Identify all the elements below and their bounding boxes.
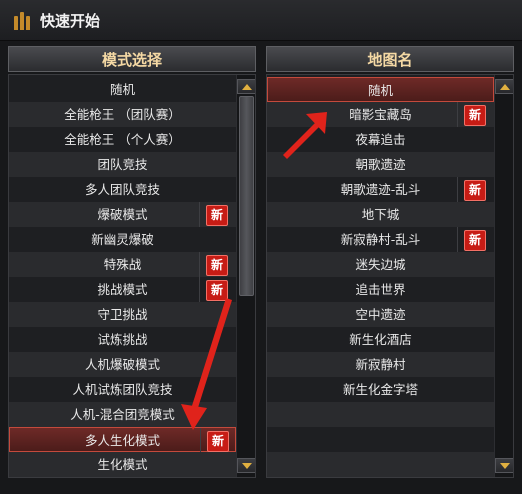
mode-item[interactable]: 挑战模式 新 bbox=[9, 277, 236, 302]
mode-item-label: 人机试炼团队竞技 bbox=[72, 382, 173, 397]
new-badge: 新 bbox=[206, 280, 228, 301]
mode-item[interactable]: 试炼挑战 bbox=[9, 327, 236, 352]
mode-item-label: 试炼挑战 bbox=[97, 332, 148, 347]
map-item-label: 暗影宝藏岛 bbox=[349, 107, 412, 122]
map-item[interactable] bbox=[267, 452, 494, 477]
map-item-label: 夜幕追击 bbox=[355, 132, 406, 147]
mode-item[interactable]: 人机试炼团队竞技 bbox=[9, 377, 236, 402]
map-item[interactable]: 新寂静村-乱斗 新 bbox=[267, 227, 494, 252]
map-item[interactable]: 追击世界 bbox=[267, 277, 494, 302]
menu-bars-icon bbox=[14, 10, 32, 30]
map-item[interactable]: 朝歌遗迹-乱斗 新 bbox=[267, 177, 494, 202]
mode-item[interactable]: 团队竞技 bbox=[9, 152, 236, 177]
mode-item-label: 生化模式 bbox=[97, 457, 148, 472]
row-separator bbox=[199, 277, 200, 302]
map-item-label: 地下城 bbox=[361, 207, 400, 222]
mode-item-label: 新幽灵爆破 bbox=[91, 232, 154, 247]
mode-list: 随机 全能枪王 （团队赛） 全能枪王 （个人赛） 团队竞技 多人团队竞技 爆破模式新新幽灵… bbox=[8, 74, 256, 478]
mode-item[interactable]: 人机爆破模式 bbox=[9, 352, 236, 377]
mode-item-label: 特殊战 bbox=[103, 257, 142, 272]
map-item[interactable]: 新生化金字塔 bbox=[267, 377, 494, 402]
arrow-up-icon bbox=[242, 84, 252, 90]
scroll-up-button[interactable] bbox=[495, 79, 513, 94]
mode-item-label: 挑战模式 bbox=[97, 282, 148, 297]
map-item-label: 新寂静村-乱斗 bbox=[340, 232, 421, 247]
map-item[interactable]: 地下城 bbox=[267, 202, 494, 227]
mode-item-label: 全能枪王 （团队赛） bbox=[64, 107, 181, 122]
mode-item-label: 爆破模式 bbox=[97, 207, 148, 222]
map-item[interactable]: 新生化酒店 bbox=[267, 327, 494, 352]
mode-item-label: 多人团队竞技 bbox=[84, 182, 160, 197]
row-separator bbox=[200, 428, 201, 453]
mode-item-selected[interactable]: 多人生化模式 新 bbox=[9, 427, 236, 453]
mode-item-label: 守卫挑战 bbox=[97, 307, 148, 322]
arrow-down-icon bbox=[500, 463, 510, 469]
map-item-label: 追击世界 bbox=[355, 282, 406, 297]
map-item[interactable]: 迷失边城 bbox=[267, 252, 494, 277]
map-item-label: 新寂静村 bbox=[355, 357, 406, 372]
row-separator bbox=[457, 102, 458, 127]
mode-panel-header: 模式选择 bbox=[8, 46, 256, 72]
mode-item-label: 人机-混合团竞模式 bbox=[70, 407, 175, 422]
arrow-up-icon bbox=[500, 84, 510, 90]
map-list: 随机 暗影宝藏岛新夜幕追击 朝歌遗迹 朝歌遗迹-乱斗新地下城 新寂静村-乱斗新迷失边城追… bbox=[266, 74, 514, 478]
row-separator bbox=[457, 227, 458, 252]
map-item[interactable]: 新寂静村 bbox=[267, 352, 494, 377]
mode-item[interactable]: 守卫挑战 bbox=[9, 302, 236, 327]
map-item-label: 新生化金字塔 bbox=[342, 382, 418, 397]
new-badge: 新 bbox=[206, 255, 228, 276]
mode-item[interactable]: 新幽灵爆破 bbox=[9, 227, 236, 252]
row-separator bbox=[199, 202, 200, 227]
new-badge: 新 bbox=[207, 431, 229, 452]
map-item[interactable]: 空中遗迹 bbox=[267, 302, 494, 327]
map-panel-header: 地图名 bbox=[266, 46, 514, 72]
mode-item[interactable]: 爆破模式 新 bbox=[9, 202, 236, 227]
mode-item-label: 随机 bbox=[109, 82, 135, 97]
map-item-label: 空中遗迹 bbox=[355, 307, 406, 322]
scroll-down-button[interactable] bbox=[495, 458, 513, 473]
map-item[interactable] bbox=[267, 427, 494, 452]
scroll-up-button[interactable] bbox=[237, 79, 255, 94]
mode-item[interactable]: 全能枪王 （团队赛） bbox=[9, 102, 236, 127]
scroll-down-button[interactable] bbox=[237, 458, 255, 473]
map-item-label: 朝歌遗迹 bbox=[355, 157, 406, 172]
map-item[interactable]: 朝歌遗迹 bbox=[267, 152, 494, 177]
mode-item[interactable]: 人机-混合团竞模式 bbox=[9, 402, 236, 427]
map-item[interactable]: 夜幕追击 bbox=[267, 127, 494, 152]
mode-item[interactable]: 生化模式 bbox=[9, 452, 236, 477]
row-separator bbox=[457, 177, 458, 202]
mode-item-label: 人机爆破模式 bbox=[84, 357, 160, 372]
scroll-thumb[interactable] bbox=[239, 96, 254, 296]
mode-item[interactable]: 多人团队竞技 bbox=[9, 177, 236, 202]
new-badge: 新 bbox=[464, 105, 486, 126]
map-item-label: 新生化酒店 bbox=[349, 332, 412, 347]
map-item-scrollbar[interactable] bbox=[494, 75, 513, 477]
window-title: 快速开始 bbox=[40, 12, 101, 30]
mode-item-label: 全能枪王 （个人赛） bbox=[64, 132, 181, 147]
title-bar: 快速开始 bbox=[0, 0, 522, 41]
map-item-label: 随机 bbox=[367, 83, 393, 98]
map-item[interactable]: 暗影宝藏岛 新 bbox=[267, 102, 494, 127]
map-item-label: 朝歌遗迹-乱斗 bbox=[340, 182, 421, 197]
mode-item[interactable]: 特殊战 新 bbox=[9, 252, 236, 277]
mode-item-label: 多人生化模式 bbox=[84, 433, 160, 448]
map-item-label: 迷失边城 bbox=[355, 257, 406, 272]
mode-item[interactable]: 全能枪王 （个人赛） bbox=[9, 127, 236, 152]
mode-item-scrollbar[interactable] bbox=[236, 75, 255, 477]
new-badge: 新 bbox=[206, 205, 228, 226]
mode-item-label: 团队竞技 bbox=[97, 157, 148, 172]
new-badge: 新 bbox=[464, 180, 486, 201]
map-item[interactable] bbox=[267, 402, 494, 427]
new-badge: 新 bbox=[464, 230, 486, 251]
arrow-down-icon bbox=[242, 463, 252, 469]
map-item-selected[interactable]: 随机 bbox=[267, 77, 494, 102]
row-separator bbox=[199, 252, 200, 277]
mode-item[interactable]: 随机 bbox=[9, 77, 236, 102]
